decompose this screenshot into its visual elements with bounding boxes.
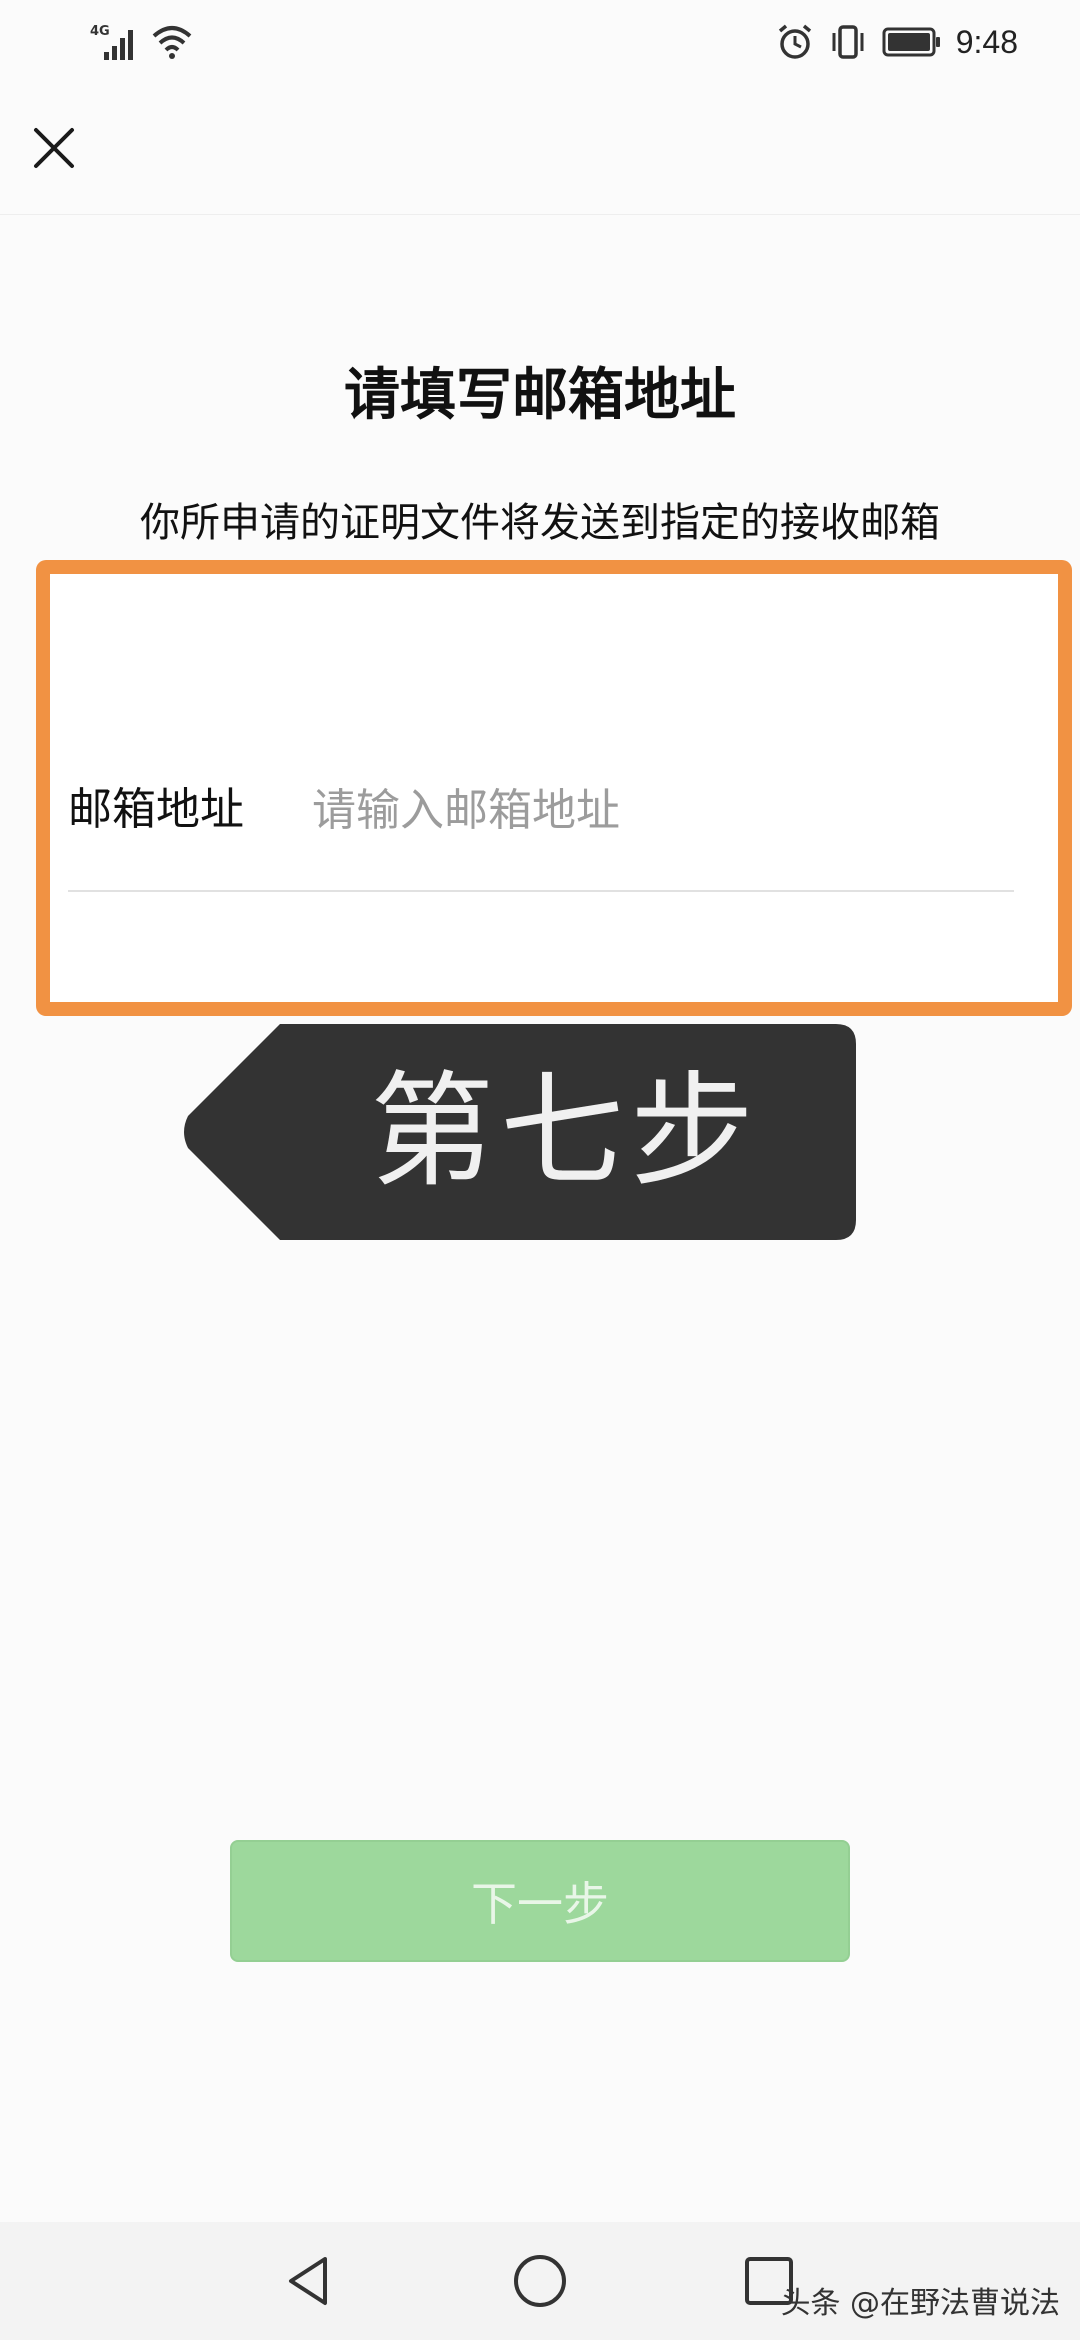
email-input[interactable] [312, 770, 992, 850]
step-banner: 第七步 [180, 1024, 856, 1240]
home-button[interactable] [505, 2246, 575, 2316]
status-left: 4G [90, 22, 194, 62]
page-subtitle: 你所申请的证明文件将发送到指定的接收邮箱 [140, 500, 940, 546]
alarm-icon [778, 24, 811, 59]
page: 4G 9:48 请填写邮箱地址 你所申请的证明文件将发送到指定的接收邮箱 邮箱地… [0, 0, 1080, 2340]
close-button[interactable] [24, 118, 84, 178]
battery-icon [882, 27, 940, 57]
back-button[interactable] [274, 2246, 344, 2316]
signal-icon: 4G [90, 22, 140, 62]
wifi-icon [152, 26, 192, 59]
vibrate-icon [832, 25, 864, 59]
next-button[interactable]: 下一步 [230, 1840, 850, 1962]
step-text: 第七步 [370, 1060, 761, 1204]
email-field-row: 邮箱地址 [68, 760, 1014, 892]
status-bar: 4G 9:48 [0, 0, 1080, 84]
status-time: 9:48 [955, 23, 1018, 60]
watermark: 头条 @在野法曹说法 [780, 2286, 1060, 2321]
home-circle-icon [514, 2255, 566, 2307]
close-icon [34, 128, 74, 168]
header [0, 84, 1080, 215]
back-triangle-icon [289, 2257, 327, 2305]
status-right: 9:48 [776, 20, 1018, 64]
page-title: 请填写邮箱地址 [344, 363, 736, 428]
email-label: 邮箱地址 [68, 784, 244, 835]
